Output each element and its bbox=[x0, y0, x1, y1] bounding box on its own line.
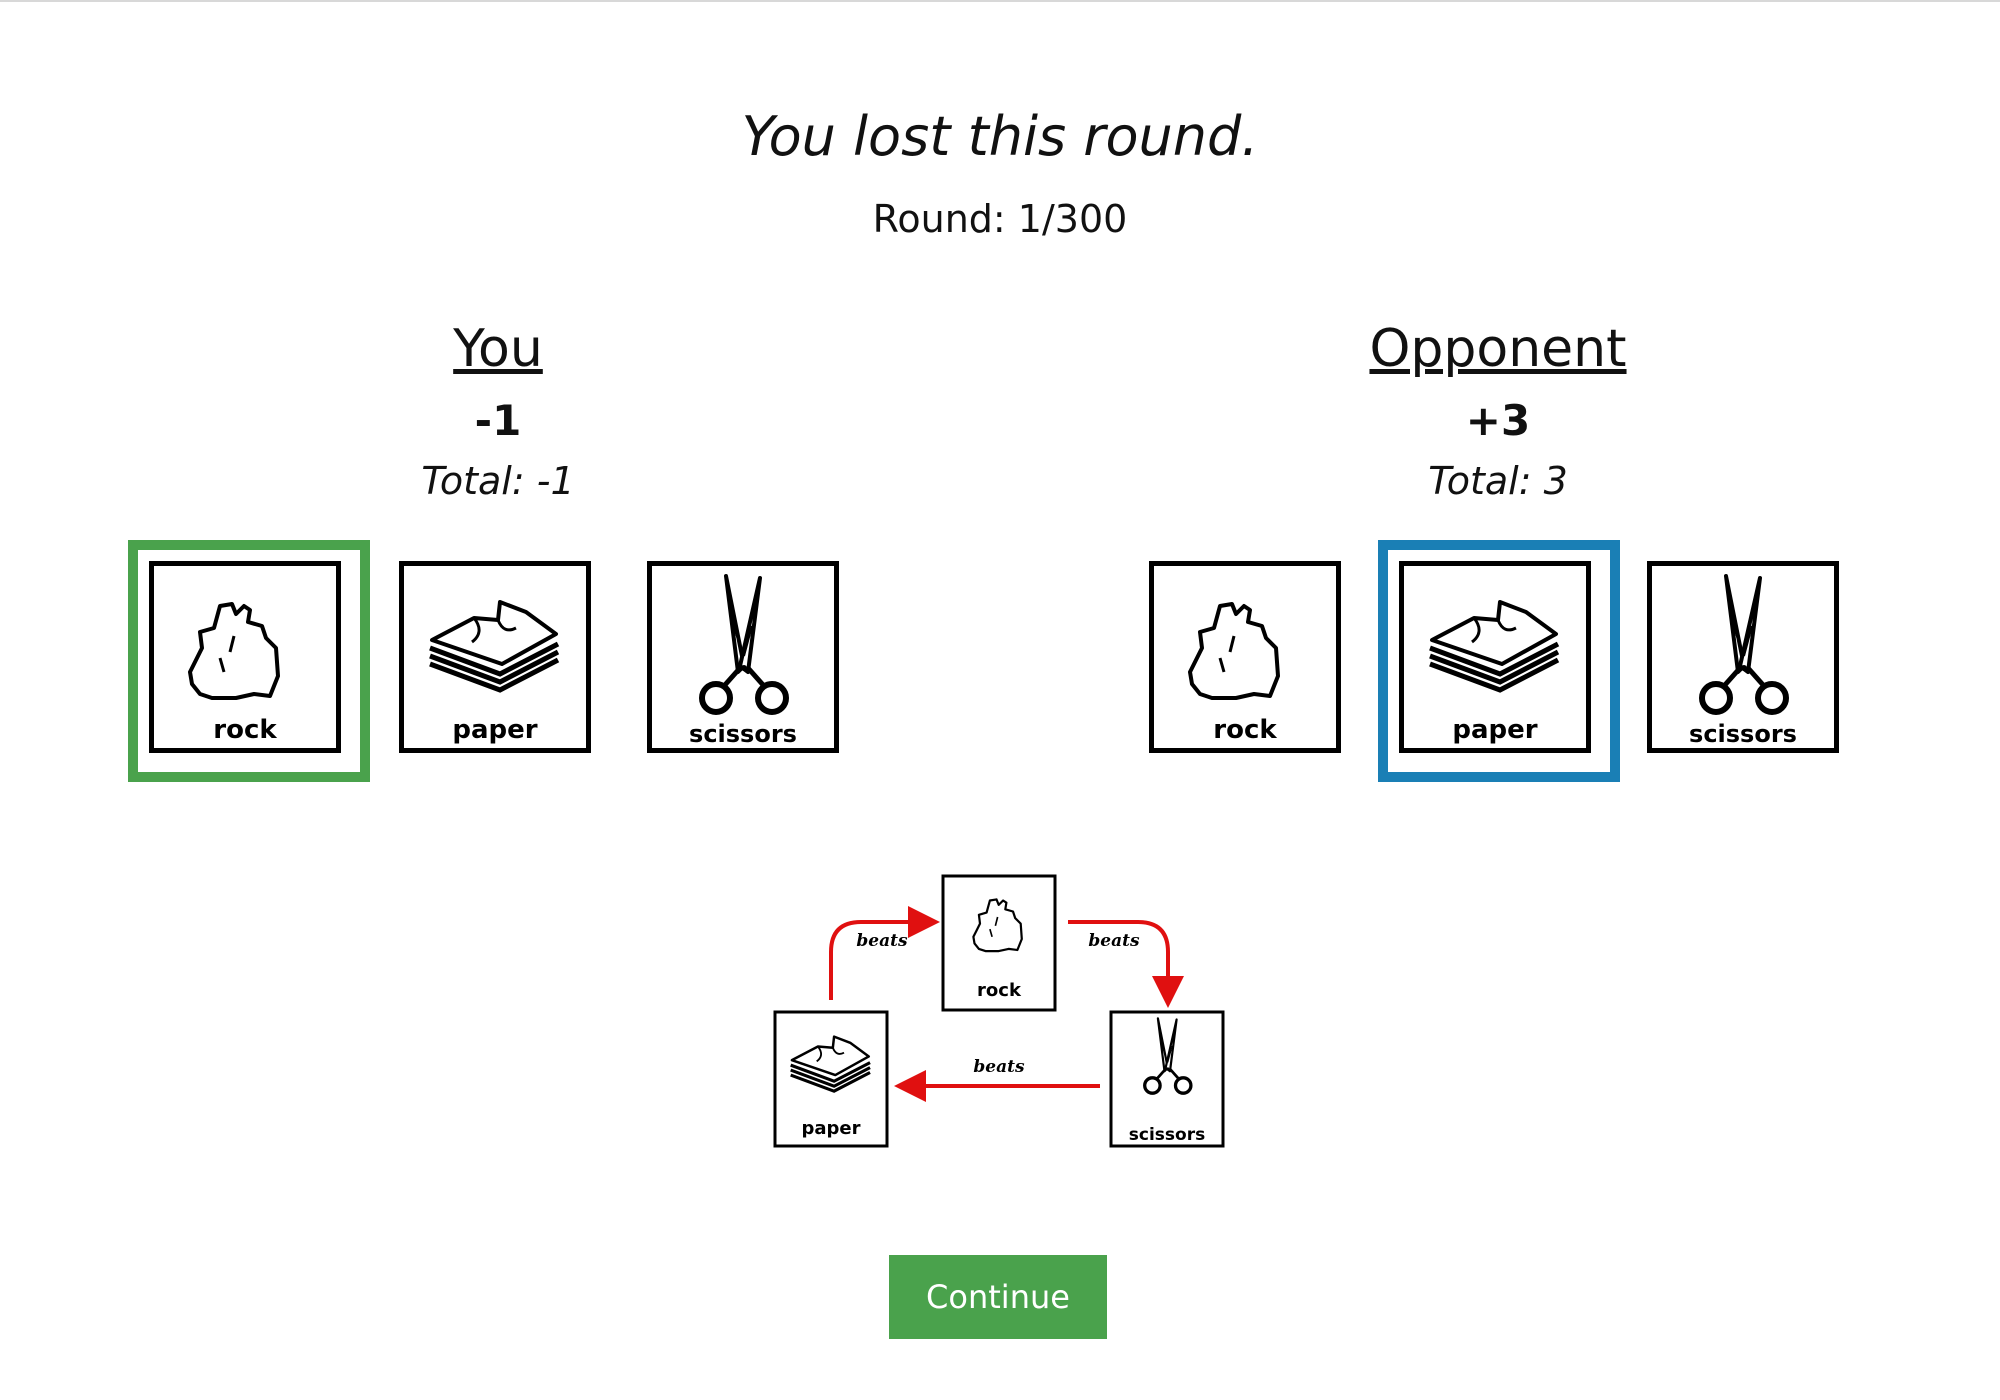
you-card-scissors-label: scissors bbox=[689, 720, 797, 748]
player-you-panel: You -1 Total: -1 bbox=[198, 318, 798, 503]
player-opponent-delta: +3 bbox=[1465, 396, 1531, 446]
opponent-card-scissors: scissors bbox=[1647, 561, 1839, 753]
beats-label-2: beats bbox=[1088, 931, 1140, 951]
opponent-card-scissors-label: scissors bbox=[1689, 720, 1797, 748]
player-you-delta: -1 bbox=[474, 396, 522, 446]
diagram-paper-label: paper bbox=[801, 1118, 860, 1139]
you-card-scissors: scissors bbox=[647, 561, 839, 753]
you-card-paper: paper bbox=[399, 561, 591, 753]
beats-label-1: beats bbox=[856, 931, 908, 951]
diagram-scissors-card: scissors bbox=[1109, 1010, 1225, 1148]
continue-button[interactable]: Continue bbox=[889, 1255, 1107, 1339]
beats-label-3: beats bbox=[973, 1057, 1025, 1077]
paper-icon: paper bbox=[1404, 566, 1586, 745]
rock-icon: rock bbox=[188, 602, 280, 745]
you-card-rock: rock bbox=[149, 561, 341, 753]
opponent-card-rock-label: rock bbox=[1213, 715, 1277, 745]
player-opponent-name: Opponent bbox=[1369, 319, 1627, 379]
rock-icon: rock bbox=[1188, 602, 1280, 745]
opponent-card-paper-label: paper bbox=[1452, 715, 1537, 745]
top-border bbox=[0, 0, 2000, 2]
diagram-rock-label: rock bbox=[977, 980, 1022, 1001]
player-you-name: You bbox=[453, 319, 543, 379]
opponent-card-rock: rock bbox=[1149, 561, 1341, 753]
opponent-card-paper: paper bbox=[1399, 561, 1591, 753]
player-opponent-panel: Opponent +3 Total: 3 bbox=[1198, 318, 1798, 503]
round-result: You lost this round. bbox=[741, 105, 1259, 168]
paper-icon: paper bbox=[404, 566, 586, 745]
player-opponent-total: Total: 3 bbox=[1428, 459, 1568, 504]
rules-diagram: rock paper scissors beats beats beats bbox=[773, 874, 1225, 1148]
diagram-paper-card: paper bbox=[773, 1010, 889, 1148]
player-you-total: Total: -1 bbox=[421, 459, 575, 504]
diagram-scissors-label: scissors bbox=[1129, 1125, 1205, 1145]
scissors-icon: scissors bbox=[689, 566, 797, 748]
you-card-rock-label: rock bbox=[213, 715, 277, 745]
round-counter: Round: 1/300 bbox=[872, 197, 1128, 241]
you-card-paper-label: paper bbox=[452, 715, 537, 745]
diagram-rock-card: rock bbox=[941, 874, 1057, 1012]
scissors-icon: scissors bbox=[1689, 566, 1797, 748]
